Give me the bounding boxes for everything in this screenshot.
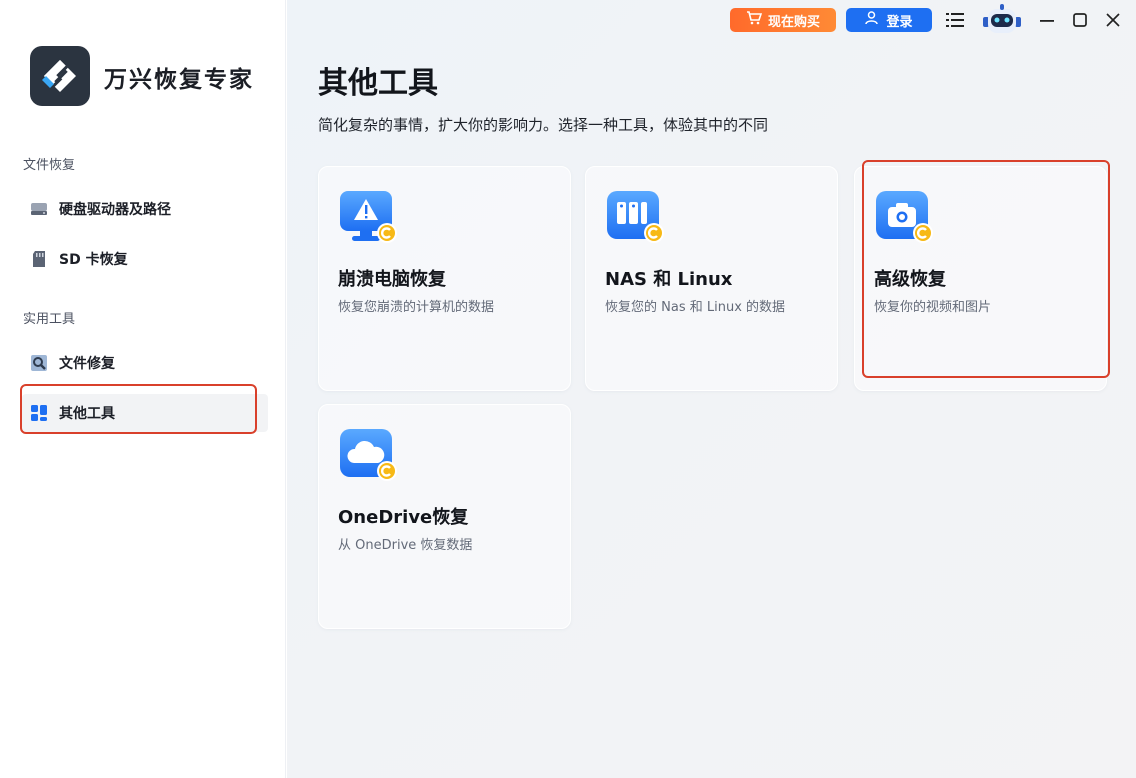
sidebar-item-label: 文件修复 — [59, 356, 115, 372]
tool-card-crashed-computer[interactable]: 崩溃电脑恢复 恢复您崩溃的计算机的数据 — [318, 166, 571, 391]
camera-icon — [874, 189, 934, 249]
sidebar-item-sd-card[interactable]: SD 卡恢复 — [22, 240, 268, 278]
hard-drive-icon — [30, 200, 48, 218]
page-title: 其他工具 — [318, 66, 438, 101]
tool-card-nas-linux[interactable]: NAS 和 Linux 恢复您的 Nas 和 Linux 的数据 — [585, 166, 838, 391]
sd-card-icon — [30, 250, 48, 268]
main-content: 其他工具 简化复杂的事情，扩大你的影响力。选择一种工具，体验其中的不同 崩溃电脑… — [287, 0, 1136, 778]
cloud-icon — [338, 427, 398, 487]
wondershare-recoverit-logo-icon — [42, 60, 76, 92]
cart-icon — [746, 11, 763, 29]
sidebar: 万兴恢复专家 文件恢复 硬盘驱动器及路径 SD 卡恢复 实用工具 文件修复 其他… — [0, 0, 286, 778]
app-logo — [30, 46, 90, 106]
buy-now-label: 现在购买 — [767, 14, 820, 30]
login-button[interactable]: 登录 — [846, 8, 932, 32]
hamburger-menu-icon[interactable] — [944, 9, 966, 31]
sidebar-item-other-tools[interactable]: 其他工具 — [22, 394, 268, 432]
premium-c-badge-icon — [913, 223, 933, 243]
sidebar-item-label: 硬盘驱动器及路径 — [59, 202, 171, 218]
premium-c-badge-icon — [644, 223, 664, 243]
premium-c-badge-icon — [377, 223, 397, 243]
sidebar-item-label: SD 卡恢复 — [59, 252, 128, 268]
tool-card-advanced-recovery[interactable]: 高级恢复 恢复你的视频和图片 — [854, 166, 1107, 391]
sidebar-item-hard-drive[interactable]: 硬盘驱动器及路径 — [22, 190, 268, 228]
app-title: 万兴恢复专家 — [104, 67, 254, 93]
card-title: 高级恢复 — [874, 269, 946, 290]
minimize-icon[interactable] — [1036, 9, 1058, 31]
section-label-file-recovery: 文件恢复 — [23, 158, 76, 173]
section-label-utilities: 实用工具 — [23, 312, 76, 327]
tool-card-onedrive[interactable]: OneDrive恢复 从 OneDrive 恢复数据 — [318, 404, 571, 629]
card-title: 崩溃电脑恢复 — [338, 269, 446, 290]
user-icon — [865, 11, 879, 29]
app-window: 万兴恢复专家 文件恢复 硬盘驱动器及路径 SD 卡恢复 实用工具 文件修复 其他… — [0, 0, 1136, 778]
premium-c-badge-icon — [377, 461, 397, 481]
login-label: 登录 — [886, 14, 913, 30]
maximize-icon[interactable] — [1069, 9, 1091, 31]
grid-tools-icon — [30, 404, 48, 422]
card-description: 从 OneDrive 恢复数据 — [338, 538, 473, 553]
nas-server-icon — [605, 189, 665, 249]
buy-now-button[interactable]: 现在购买 — [730, 8, 836, 32]
card-title: OneDrive恢复 — [338, 507, 469, 528]
sidebar-item-file-repair[interactable]: 文件修复 — [22, 344, 268, 382]
close-icon[interactable] — [1102, 9, 1124, 31]
page-subtitle: 简化复杂的事情，扩大你的影响力。选择一种工具，体验其中的不同 — [318, 116, 769, 134]
card-description: 恢复您崩溃的计算机的数据 — [338, 300, 495, 315]
card-title: NAS 和 Linux — [605, 269, 733, 290]
card-description: 恢复您的 Nas 和 Linux 的数据 — [605, 300, 786, 315]
card-description: 恢复你的视频和图片 — [874, 300, 992, 315]
robot-assistant-icon[interactable] — [978, 2, 1026, 38]
sidebar-item-label: 其他工具 — [59, 406, 115, 422]
file-repair-icon — [30, 354, 48, 372]
crashed-computer-icon — [338, 189, 398, 249]
